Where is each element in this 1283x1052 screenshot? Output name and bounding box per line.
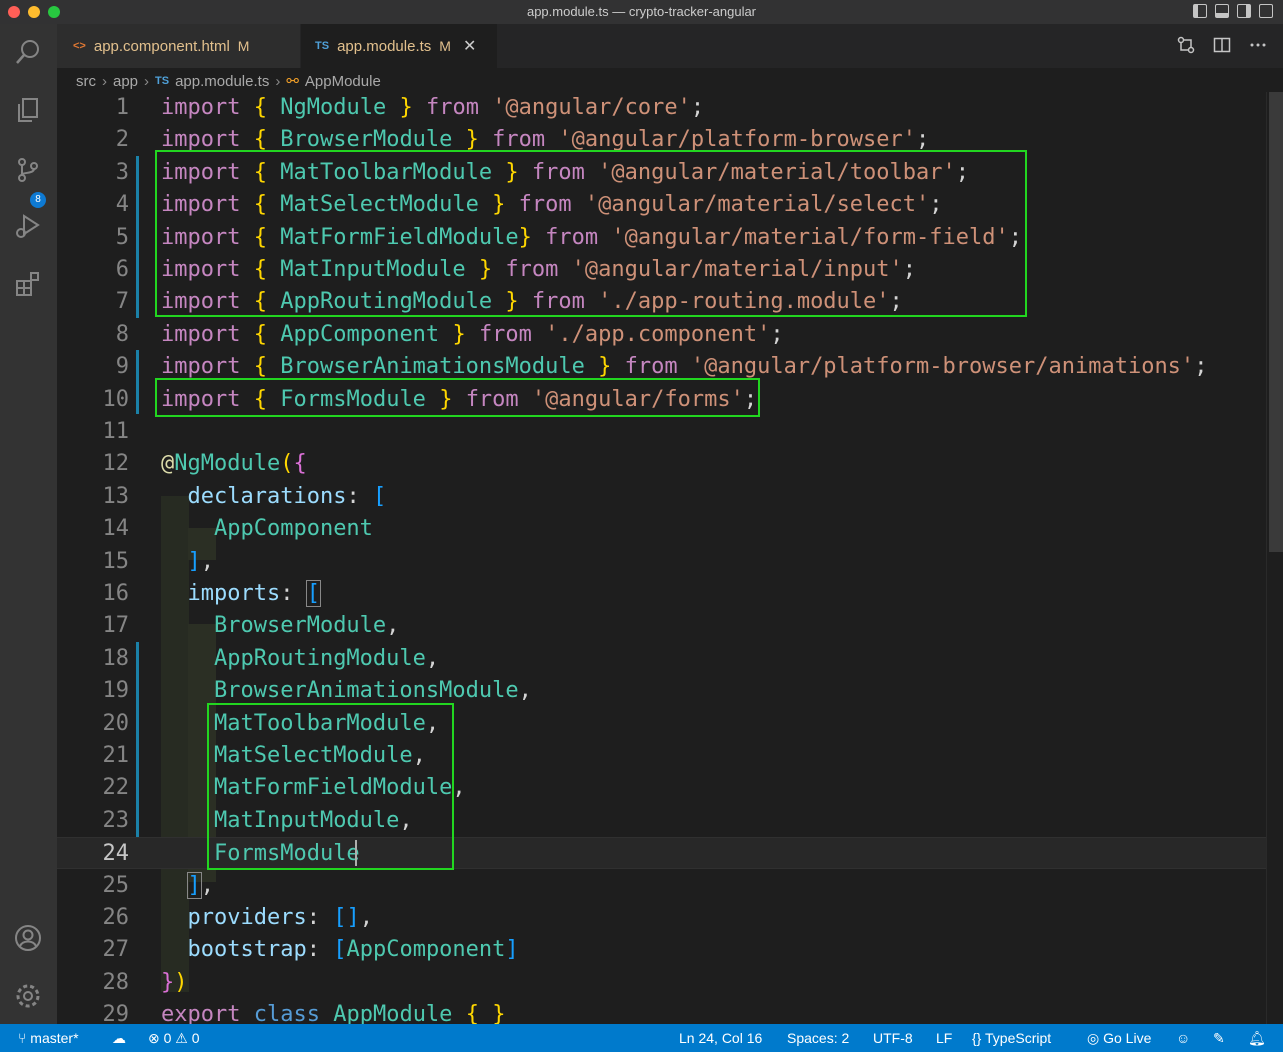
code-line: 17 BrowserModule, [102,613,400,638]
broadcast-icon: ◎ [1087,1030,1100,1046]
window-title: app.module.ts — crypto-tracker-angular [526,4,757,19]
encoding-status[interactable]: UTF-8 [873,1030,913,1046]
sync-icon[interactable]: ☁ [112,1030,126,1047]
feedback-icon[interactable]: ✎ [1213,1030,1225,1047]
code-line: 28}) [102,970,188,995]
code-line: 8 import { AppComponent } from './app.com… [115,322,784,347]
breadcrumb-src[interactable]: src [76,73,96,90]
code-line: 11 [102,419,130,444]
close-tab-icon[interactable]: ✕ [463,36,476,56]
go-live-button[interactable]: ◎ Go Live [1087,1030,1151,1047]
notifications-bell-icon[interactable]: 🔔︎ [1248,1030,1266,1047]
highlight-box-imports [155,150,1027,317]
code-line: 13 declarations: [ [102,484,387,509]
accounts-icon[interactable] [12,922,44,954]
braces-icon: {} [972,1030,982,1046]
copilot-icon[interactable]: ☺ [1176,1030,1190,1046]
typescript-file-icon: TS [315,40,330,52]
toggle-panel-icon[interactable] [1215,4,1229,18]
typescript-file-icon: TS [155,75,170,87]
editor-tab-bar: <> app.component.html M TS app.module.ts… [57,24,1283,68]
tab-label: app.module.ts [337,37,432,55]
code-line: 29 export class AppModule { } [102,1002,506,1024]
customize-layout-icon[interactable] [1259,4,1273,18]
highlight-box-module-list [207,703,454,870]
scrollbar-thumb[interactable] [1269,92,1283,552]
tab-label: app.component.html [93,37,230,55]
modified-indicator: M [237,38,250,54]
problems-status[interactable]: ⊗ 0 ⚠ 0 [148,1030,200,1047]
settings-gear-icon[interactable] [12,980,44,1012]
cursor-position[interactable]: Ln 24, Col 16 [679,1030,762,1046]
more-actions-icon[interactable] [1249,36,1267,59]
code-line: 15 ], [102,549,215,574]
activity-bar: 8 [0,24,57,1024]
code-line: 16 imports: [ [102,580,321,607]
code-line: 14 AppComponent [102,516,373,541]
breadcrumb-file[interactable]: app.module.ts [175,73,269,90]
tab-app-component-html[interactable]: <> app.component.html M [57,24,300,68]
run-debug-icon[interactable] [12,210,44,242]
code-line: 26 providers: [], [102,905,373,930]
tab-app-module-ts[interactable]: TS app.module.ts M ✕ [301,24,497,68]
split-editor-icon[interactable] [1213,36,1231,59]
open-changes-icon[interactable] [1177,36,1195,59]
code-line: 1 import { NgModule } from '@angular/core… [115,95,705,120]
class-symbol-icon: ⚯ [286,73,299,90]
branch-status[interactable]: ⑂ master* [18,1030,79,1046]
title-bar: app.module.ts — crypto-tracker-angular [0,0,1283,24]
source-control-badge: 8 [30,192,46,208]
code-line: 12 @NgModule({ [102,451,307,476]
source-control-icon[interactable] [12,154,44,186]
breadcrumb-separator: › [144,72,150,90]
modified-indicator: M [439,38,451,54]
breadcrumb: src › app › TS app.module.ts › ⚯ AppModu… [76,70,381,92]
explorer-icon[interactable] [12,94,44,126]
branch-name: master* [30,1030,79,1046]
code-line: 25 ], [102,872,214,899]
html-file-icon: <> [73,40,86,52]
toggle-primary-sidebar-icon[interactable] [1193,4,1207,18]
breadcrumb-symbol[interactable]: AppModule [305,73,381,90]
eol-status[interactable]: LF [936,1030,952,1046]
breadcrumb-separator: › [102,72,107,90]
extensions-icon[interactable] [12,268,44,300]
language-mode[interactable]: {} TypeScript [972,1030,1051,1046]
code-line: 18 AppRoutingModule, [102,646,440,671]
code-line: 27 bootstrap: [AppComponent] [102,937,519,962]
highlight-box-forms-import [155,378,760,417]
search-icon[interactable] [12,36,44,68]
breadcrumb-separator: › [275,72,281,90]
code-editor[interactable]: 1 import { NgModule } from '@angular/core… [57,92,1267,1024]
breadcrumb-app[interactable]: app [113,73,138,90]
indentation-status[interactable]: Spaces: 2 [787,1030,849,1046]
status-bar: ⑂ master* ☁ ⊗ 0 ⚠ 0 Ln 24, Col 16 Spaces… [0,1024,1283,1052]
toggle-secondary-sidebar-icon[interactable] [1237,4,1251,18]
